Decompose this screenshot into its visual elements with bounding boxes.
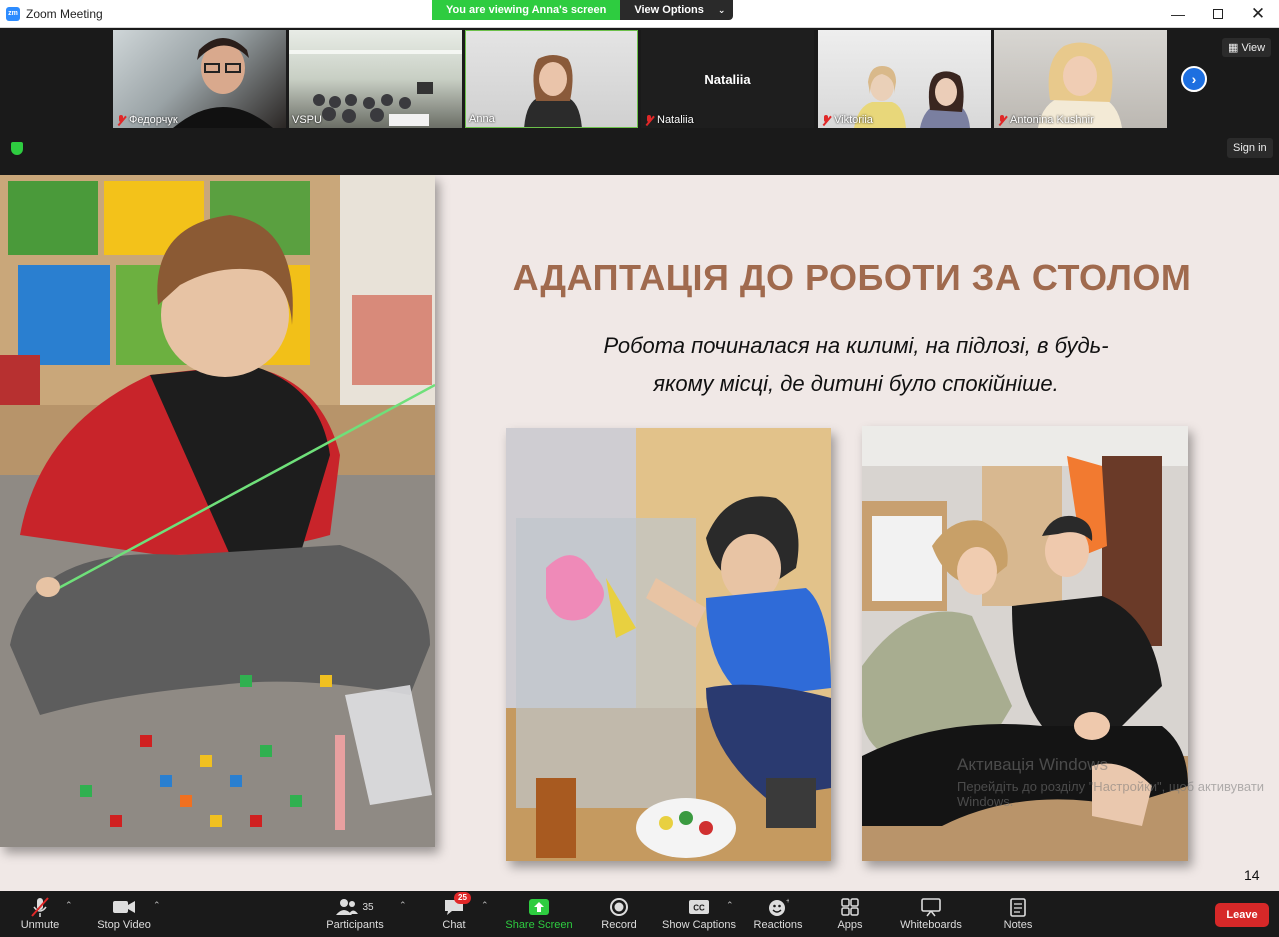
shared-screen-slide: АДАПТАЦІЯ ДО РОБОТИ ЗА СТОЛОМ Робота поч… xyxy=(0,175,1279,891)
video-camera-icon xyxy=(113,901,135,913)
svg-text:CC: CC xyxy=(693,904,705,913)
slide-photo-painting xyxy=(506,428,831,861)
window-title: Zoom Meeting xyxy=(26,7,103,21)
share-screen-label: Share Screen xyxy=(505,919,573,931)
chat-button[interactable]: 25 Chat xyxy=(436,892,472,931)
reactions-button[interactable]: + Reactions xyxy=(750,895,806,931)
record-icon xyxy=(610,898,628,916)
whiteboard-icon xyxy=(921,898,941,917)
view-button-label: View xyxy=(1241,42,1266,54)
share-screen-icon xyxy=(529,899,549,915)
video-tile-nataliia[interactable]: Nataliia Nataliia xyxy=(641,30,814,128)
participant-name-tag: Antonina Kushnir xyxy=(997,114,1094,126)
reactions-label: Reactions xyxy=(753,919,803,931)
sign-in-button[interactable]: Sign in xyxy=(1227,138,1273,158)
notes-button[interactable]: Notes xyxy=(1000,895,1036,931)
windows-activation-watermark: Активація Windows Перейдіть до розділу "… xyxy=(957,755,1279,809)
slide-subtitle-line-2: якому місці, де дитині було спокійніше. xyxy=(653,371,1059,396)
mic-muted-icon xyxy=(116,114,126,126)
participant-name-tag: Viktoriia xyxy=(821,114,873,126)
zoom-logo-icon: zm xyxy=(6,7,20,21)
record-label: Record xyxy=(601,919,637,931)
minimize-button[interactable]: — xyxy=(1158,0,1198,28)
participant-name-tag: Федорчук xyxy=(116,114,178,126)
whiteboards-button[interactable]: Whiteboards xyxy=(896,895,966,931)
captions-options-caret[interactable]: ⌃ xyxy=(726,900,734,911)
chevron-right-icon: › xyxy=(1191,71,1197,87)
video-tile-anna[interactable]: Anna xyxy=(465,30,638,128)
minimize-icon: — xyxy=(1171,6,1185,22)
participant-gallery: ▦ View Федорчук VSPU Anna Nataliia Natal… xyxy=(0,28,1279,175)
notes-icon xyxy=(1010,898,1026,917)
participants-count: 35 xyxy=(362,901,374,913)
svg-text:+: + xyxy=(786,898,789,905)
mic-muted-icon xyxy=(31,897,49,917)
slide-page-number: 14 xyxy=(1244,867,1260,883)
slide-title: АДАПТАЦІЯ ДО РОБОТИ ЗА СТОЛОМ xyxy=(512,257,1192,298)
view-options-label: View Options xyxy=(634,4,704,16)
record-button[interactable]: Record xyxy=(598,895,640,931)
stop-video-button[interactable]: Stop Video xyxy=(92,895,156,931)
mic-muted-icon xyxy=(644,114,654,126)
participant-name-tag: VSPU xyxy=(292,114,322,126)
maximize-icon xyxy=(1213,9,1223,19)
photo-boy-threading-beads xyxy=(0,175,435,847)
participants-options-caret[interactable]: ⌃ xyxy=(399,900,407,911)
photo-boy-painting xyxy=(506,428,831,861)
close-button[interactable]: ✕ xyxy=(1238,0,1278,28)
unmute-button[interactable]: Unmute xyxy=(14,895,66,931)
share-status: You are viewing Anna's screen xyxy=(432,0,621,20)
slide-subtitle-line-1: Робота починалася на килимі, на підлозі,… xyxy=(603,333,1109,358)
participants-label: Participants xyxy=(326,919,384,931)
grid-icon: ▦ xyxy=(1228,42,1239,54)
view-options-button[interactable]: View Options ⌄ xyxy=(620,0,734,20)
apps-icon xyxy=(841,898,859,916)
apps-button[interactable]: Apps xyxy=(830,895,870,931)
reactions-icon: + xyxy=(769,898,789,916)
notes-label: Notes xyxy=(1003,919,1033,931)
participant-name-tag: Nataliia xyxy=(644,114,694,126)
leave-button[interactable]: Leave xyxy=(1215,903,1269,927)
watermark-line-1: Активація Windows xyxy=(957,755,1108,774)
closed-captions-icon: CC xyxy=(689,900,709,914)
video-tile-antonina[interactable]: Antonina Kushnir xyxy=(994,30,1167,128)
whiteboards-label: Whiteboards xyxy=(900,919,962,931)
mic-muted-icon xyxy=(821,114,831,126)
title-bar: zm Zoom Meeting You are viewing Anna's s… xyxy=(0,0,1279,28)
meeting-toolbar: Unmute ⌃ Stop Video ⌃ 35 Participants ⌃ … xyxy=(0,891,1279,937)
slide-subtitle: Робота починалася на килимі, на підлозі,… xyxy=(540,327,1172,403)
participant-name-tag: Anna xyxy=(469,113,495,125)
audio-options-caret[interactable]: ⌃ xyxy=(65,900,73,911)
stop-video-label: Stop Video xyxy=(97,919,151,931)
chevron-down-icon: ⌄ xyxy=(717,5,726,15)
show-captions-label: Show Captions xyxy=(662,919,736,931)
close-icon: ✕ xyxy=(1250,4,1266,23)
participants-icon xyxy=(336,899,359,915)
share-screen-button[interactable]: Share Screen xyxy=(504,895,574,931)
participants-button[interactable]: 35 Participants xyxy=(322,895,388,931)
chat-unread-badge: 25 xyxy=(454,892,471,904)
chat-label: Chat xyxy=(442,919,466,931)
next-page-button[interactable]: › xyxy=(1181,66,1207,92)
watermark-line-2: Перейдіть до розділу "Настройки", щоб ак… xyxy=(957,779,1265,809)
video-tile-vspu[interactable]: VSPU xyxy=(289,30,462,128)
video-tile-fedorchuk[interactable]: Федорчук xyxy=(113,30,286,128)
slide-photo-beads xyxy=(0,175,435,847)
apps-label: Apps xyxy=(837,919,863,931)
mic-muted-icon xyxy=(997,114,1007,126)
video-options-caret[interactable]: ⌃ xyxy=(153,900,161,911)
share-banner: You are viewing Anna's screen View Optio… xyxy=(432,0,734,20)
view-button[interactable]: ▦ View xyxy=(1222,38,1272,57)
unmute-label: Unmute xyxy=(20,919,60,931)
security-shield-icon[interactable] xyxy=(11,142,23,155)
video-tile-viktoriia[interactable]: Viktoriia xyxy=(818,30,991,128)
maximize-button[interactable] xyxy=(1198,0,1238,28)
participant-center-name: Nataliia xyxy=(704,72,751,87)
chat-options-caret[interactable]: ⌃ xyxy=(481,900,489,911)
